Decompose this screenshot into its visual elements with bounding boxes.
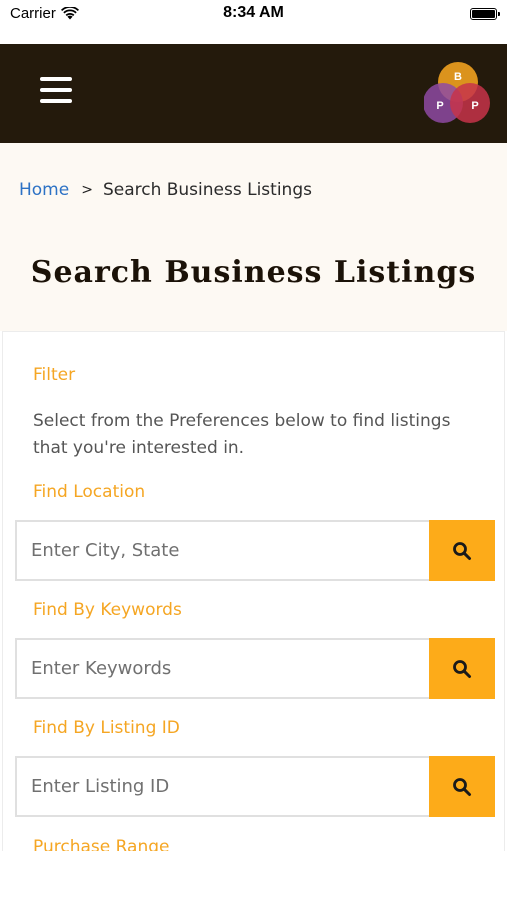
find-location-label: Find Location bbox=[33, 482, 146, 502]
page-header: Home > Search Business Listings Search B… bbox=[0, 143, 507, 331]
breadcrumb-home-link[interactable]: Home bbox=[19, 180, 69, 200]
keywords-search-button[interactable] bbox=[429, 638, 495, 699]
keywords-input[interactable] bbox=[15, 638, 429, 699]
listing-id-search-row bbox=[15, 756, 495, 817]
breadcrumb: Home > Search Business Listings bbox=[19, 180, 312, 200]
menu-line bbox=[40, 77, 72, 81]
listing-id-input[interactable] bbox=[15, 756, 429, 817]
keywords-search-row bbox=[15, 638, 495, 699]
location-search-row bbox=[15, 520, 495, 581]
logo-letter-p-left: P bbox=[436, 100, 443, 112]
breadcrumb-current: Search Business Listings bbox=[102, 180, 312, 200]
location-search-button[interactable] bbox=[429, 520, 495, 581]
purchase-range-label: Purchase Range bbox=[33, 837, 170, 851]
search-icon bbox=[453, 777, 471, 796]
filter-heading: Filter bbox=[33, 365, 76, 385]
filter-description: Select from the Preferences below to fin… bbox=[33, 411, 451, 458]
status-time: 8:34 AM bbox=[223, 4, 284, 21]
listing-id-search-button[interactable] bbox=[429, 756, 495, 817]
page-title: Search Business Listings bbox=[30, 255, 477, 290]
top-nav-bar: B P P bbox=[0, 44, 507, 143]
find-keywords-label: Find By Keywords bbox=[33, 600, 182, 620]
search-icon bbox=[453, 541, 471, 560]
logo-letter-b: B bbox=[454, 71, 462, 83]
find-listing-id-label: Find By Listing ID bbox=[33, 718, 180, 738]
menu-line bbox=[40, 88, 72, 92]
filter-panel: Filter Select from the Preferences below… bbox=[2, 331, 505, 851]
logo-letter-p-right: P bbox=[471, 100, 478, 112]
brand-logo[interactable]: B P P bbox=[424, 60, 492, 126]
status-bar: Carrier 8:34 AM bbox=[0, 0, 507, 44]
hamburger-menu-button[interactable] bbox=[38, 74, 74, 106]
search-icon bbox=[453, 659, 471, 678]
menu-line bbox=[40, 99, 72, 103]
breadcrumb-separator: > bbox=[81, 182, 93, 198]
battery-icon bbox=[470, 8, 500, 20]
location-input[interactable] bbox=[15, 520, 429, 581]
